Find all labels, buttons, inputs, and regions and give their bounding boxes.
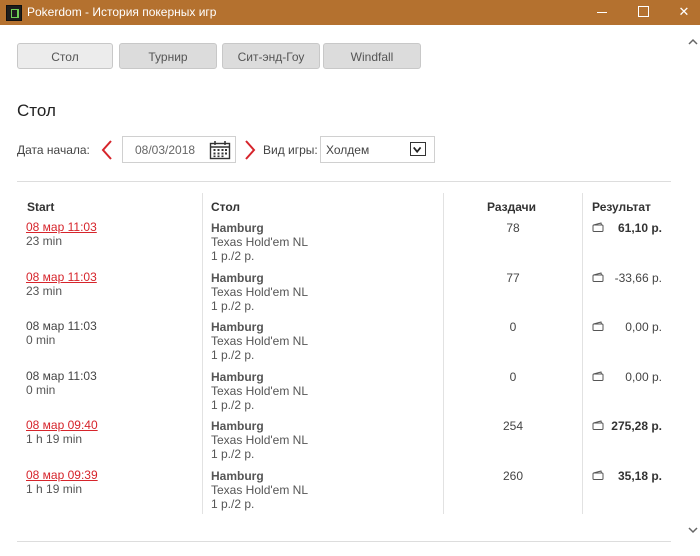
hands-count: 254	[502, 419, 524, 433]
hands-count: 260	[502, 469, 524, 483]
prev-date-button[interactable]	[100, 139, 114, 161]
hands-count: 0	[509, 370, 517, 384]
hands-count: 78	[506, 221, 520, 235]
chevron-left-icon	[101, 140, 112, 160]
duration: 1 h 19 min	[26, 482, 83, 496]
result-amount: 0,00 р.	[625, 370, 662, 384]
maximize-icon	[637, 6, 649, 18]
duration: 0 min	[26, 333, 56, 347]
minimize-icon	[597, 12, 607, 14]
close-button[interactable]: ✕	[661, 0, 700, 25]
stakes: 1 р./2 р.	[211, 398, 255, 412]
table-row: 08 мар 09:39 1 h 19 min Hamburg Texas Hold'…	[0, 468, 700, 517]
start-cell: 08 мар 11:03 23 min	[26, 270, 97, 298]
table-row: 08 мар 09:40 1 h 19 min Hamburg Texas Hold'…	[0, 418, 700, 467]
tab-windfall[interactable]: Windfall	[323, 43, 421, 69]
maximize-button[interactable]	[620, 0, 666, 25]
scroll-down-icon[interactable]	[688, 525, 698, 535]
table-cell: Hamburg Texas Hold'em NL 1 р./2 р.	[211, 320, 308, 362]
result-amount: 275,28 р.	[611, 419, 662, 433]
tab-sit-and-go[interactable]: Сит-энд-Гоу	[222, 43, 320, 69]
table-name: Hamburg	[211, 370, 264, 384]
table-cell: Hamburg Texas Hold'em NL 1 р./2 р.	[211, 469, 308, 511]
scroll-up-icon[interactable]	[688, 37, 698, 47]
chevron-down-icon	[413, 146, 422, 154]
start-time-link[interactable]: 08 мар 09:39	[26, 468, 98, 482]
game-name: Texas Hold'em NL	[211, 433, 308, 447]
start-date-label: Дата начала:	[17, 143, 90, 157]
duration: 23 min	[26, 234, 63, 248]
dropdown-button[interactable]	[410, 142, 426, 156]
table-name: Hamburg	[211, 419, 264, 433]
start-time-link[interactable]: 08 мар 11:03	[26, 220, 97, 234]
table-name: Hamburg	[211, 469, 264, 483]
game-name: Texas Hold'em NL	[211, 285, 308, 299]
start-cell: 08 мар 09:39 1 h 19 min	[26, 468, 98, 496]
table-bottom-divider	[17, 541, 671, 542]
game-name: Texas Hold'em NL	[211, 384, 308, 398]
game-type-value: Холдем	[326, 143, 370, 157]
duration: 1 h 19 min	[26, 432, 83, 446]
game-type-select[interactable]: Холдем	[320, 136, 435, 163]
table-cell: Hamburg Texas Hold'em NL 1 р./2 р.	[211, 370, 308, 412]
title-bar: Pokerdom - История покерных игр ✕	[0, 0, 700, 25]
table-row: 08 мар 11:03 0 min Hamburg Texas Hold'em NL…	[0, 319, 700, 368]
column-header-result[interactable]: Результат	[592, 200, 651, 214]
tab-tournament[interactable]: Турнир	[119, 43, 217, 69]
game-type-label: Вид игры:	[263, 143, 318, 157]
minimize-button[interactable]	[579, 0, 625, 25]
table-name: Hamburg	[211, 320, 264, 334]
stakes: 1 р./2 р.	[211, 497, 255, 511]
window-title: Pokerdom - История покерных игр	[27, 5, 217, 19]
table-row: 08 мар 11:03 23 min Hamburg Texas Hold'em N…	[0, 270, 700, 319]
table-cell: Hamburg Texas Hold'em NL 1 р./2 р.	[211, 419, 308, 461]
table-row: 08 мар 11:03 0 min Hamburg Texas Hold'em NL…	[0, 369, 700, 418]
duration: 23 min	[26, 284, 63, 298]
column-header-start[interactable]: Start	[27, 200, 54, 214]
stakes: 1 р./2 р.	[211, 348, 255, 362]
tab-table[interactable]: Стол	[17, 43, 113, 69]
start-cell: 08 мар 11:03 0 min	[26, 319, 97, 347]
result-amount: -33,66 р.	[614, 271, 662, 285]
result-amount: 35,18 р.	[617, 469, 662, 483]
calendar-icon[interactable]	[209, 140, 231, 160]
game-name: Texas Hold'em NL	[211, 334, 308, 348]
table-cell: Hamburg Texas Hold'em NL 1 р./2 р.	[211, 221, 308, 263]
start-time-link: 08 мар 11:03	[26, 369, 97, 383]
start-time-link[interactable]: 08 мар 09:40	[26, 418, 98, 432]
hands-count: 77	[506, 271, 520, 285]
result-amount: 0,00 р.	[625, 320, 662, 334]
column-header-hands[interactable]: Раздачи	[487, 200, 536, 214]
start-cell: 08 мар 11:03 0 min	[26, 369, 97, 397]
column-header-table[interactable]: Стол	[211, 200, 240, 214]
start-date-field[interactable]: 08/03/2018	[122, 136, 236, 163]
next-date-button[interactable]	[243, 139, 257, 161]
game-name: Texas Hold'em NL	[211, 483, 308, 497]
close-icon: ✕	[678, 4, 690, 19]
start-date-value: 08/03/2018	[135, 143, 196, 157]
chevron-right-icon	[245, 140, 256, 160]
start-time-link[interactable]: 08 мар 11:03	[26, 270, 97, 284]
page-title: Стол	[17, 101, 56, 120]
stakes: 1 р./2 р.	[211, 299, 255, 313]
pokerdom-app-icon	[6, 5, 22, 21]
filter-divider	[17, 181, 671, 182]
game-name: Texas Hold'em NL	[211, 235, 308, 249]
table-name: Hamburg	[211, 271, 264, 285]
result-amount: 61,10 р.	[617, 221, 662, 235]
stakes: 1 р./2 р.	[211, 447, 255, 461]
table-cell: Hamburg Texas Hold'em NL 1 р./2 р.	[211, 271, 308, 313]
start-cell: 08 мар 11:03 23 min	[26, 220, 97, 248]
stakes: 1 р./2 р.	[211, 249, 255, 263]
start-cell: 08 мар 09:40 1 h 19 min	[26, 418, 98, 446]
table-row: 08 мар 11:03 23 min Hamburg Texas Hold'em N…	[0, 220, 700, 269]
table-name: Hamburg	[211, 221, 264, 235]
start-time-link: 08 мар 11:03	[26, 319, 97, 333]
duration: 0 min	[26, 383, 56, 397]
hands-count: 0	[509, 320, 517, 334]
